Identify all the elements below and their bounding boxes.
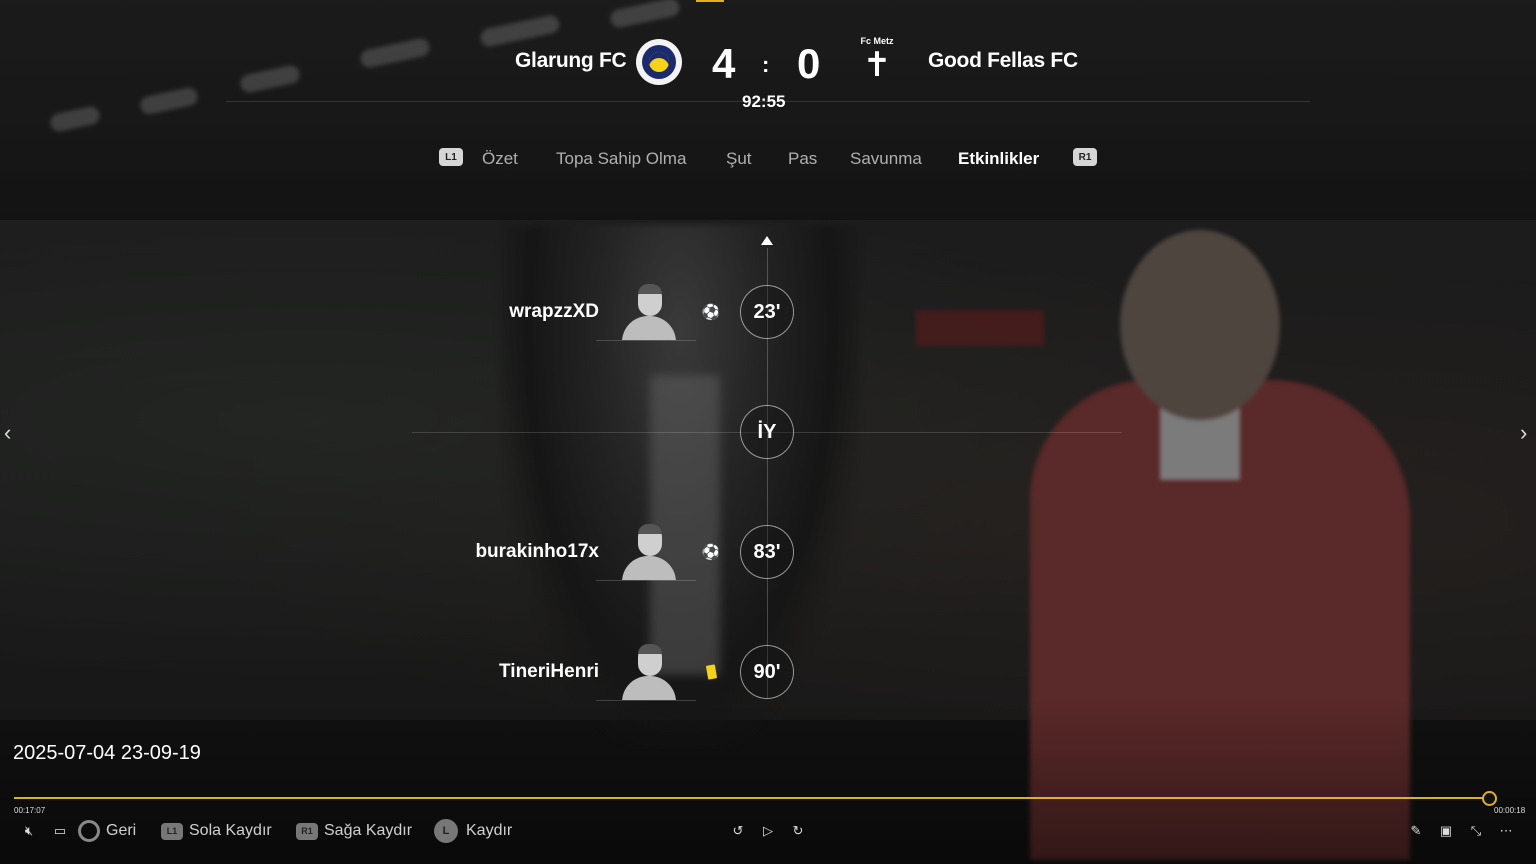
- circle-button-icon: [78, 820, 100, 842]
- score-separator: :: [762, 52, 770, 77]
- player-avatar-icon: [620, 284, 678, 340]
- tab-ozet[interactable]: Özet: [482, 149, 518, 169]
- club-crest-icon: [636, 39, 682, 85]
- tab-possession[interactable]: Topa Sahip Olma: [556, 149, 686, 169]
- event-player-name: burakinho17x: [475, 541, 599, 562]
- yellow-card-icon: [702, 663, 720, 681]
- back-label: Geri: [106, 822, 137, 839]
- scroll-left-label: Sola Kaydır: [189, 822, 272, 839]
- l1-button-hint[interactable]: L1: [439, 148, 463, 166]
- play-icon[interactable]: ▷: [759, 822, 777, 840]
- event-minute: 23': [740, 285, 794, 339]
- player-avatar-icon: [620, 524, 678, 580]
- tab-passes[interactable]: Pas: [788, 149, 817, 169]
- forward-30-icon[interactable]: ↻: [789, 822, 807, 840]
- tab-shots[interactable]: Şut: [726, 149, 752, 169]
- player-avatar-icon: [620, 644, 678, 700]
- collapse-icon[interactable]: ⤡: [1467, 822, 1485, 840]
- elapsed-time: 00:17:07: [14, 806, 46, 815]
- mute-icon[interactable]: 🔇︎: [20, 822, 38, 840]
- left-stick-icon: L: [434, 819, 458, 843]
- half-time-marker: İY: [740, 405, 794, 459]
- away-team-name: Good Fellas FC: [928, 49, 1078, 72]
- more-options-icon[interactable]: ⋯: [1497, 822, 1515, 840]
- avatar-underline: [596, 700, 696, 701]
- playback-scrubber-handle[interactable]: [1482, 791, 1497, 806]
- home-team-name: Glarung FC: [515, 49, 627, 72]
- scroll-right-control[interactable]: R1 Sağa Kaydır: [296, 820, 412, 842]
- tab-events[interactable]: Etkinlikler: [958, 149, 1039, 169]
- r1-button-hint[interactable]: R1: [1073, 148, 1097, 166]
- playback-progress-bar[interactable]: [14, 797, 1488, 799]
- chevron-right-icon[interactable]: ›: [1520, 420, 1527, 446]
- edit-pencil-icon[interactable]: ✎: [1407, 822, 1425, 840]
- tab-defence[interactable]: Savunma: [850, 149, 922, 169]
- goal-ball-icon: ⚽: [701, 544, 721, 561]
- goal-ball-icon: ⚽: [701, 304, 721, 321]
- match-clock: 92:55: [742, 92, 786, 111]
- picture-in-picture-icon[interactable]: ▣: [1437, 822, 1455, 840]
- cross-crest-icon: Fc Metz ✝: [855, 36, 899, 90]
- scroll-left-control[interactable]: L1 Sola Kaydır: [161, 820, 272, 842]
- chevron-left-icon[interactable]: ‹: [4, 420, 11, 446]
- l1-badge: L1: [161, 822, 183, 840]
- scroll-up-icon[interactable]: [761, 236, 773, 245]
- rewind-10-icon[interactable]: ↺: [729, 822, 747, 840]
- remaining-time: 00:00:18: [1494, 806, 1526, 815]
- away-crest-label: Fc Metz: [860, 36, 894, 46]
- home-score: 4: [712, 40, 736, 87]
- event-player-name: wrapzzXD: [509, 301, 599, 322]
- avatar-underline: [596, 580, 696, 581]
- recording-timestamp: 2025-07-04 23-09-19: [13, 742, 201, 764]
- captions-icon[interactable]: ▭: [51, 822, 69, 840]
- top-accent-bar: [696, 0, 724, 2]
- back-control[interactable]: Geri: [78, 820, 136, 842]
- scroll-right-label: Sağa Kaydır: [324, 822, 413, 839]
- event-minute: 90': [740, 645, 794, 699]
- away-score: 0: [797, 40, 821, 87]
- avatar-underline: [596, 340, 696, 341]
- scroll-control[interactable]: L Kaydır: [434, 819, 513, 843]
- event-player-name: TineriHenri: [499, 661, 599, 682]
- event-minute: 83': [740, 525, 794, 579]
- scroll-label: Kaydır: [466, 822, 513, 839]
- r1-badge: R1: [296, 822, 318, 840]
